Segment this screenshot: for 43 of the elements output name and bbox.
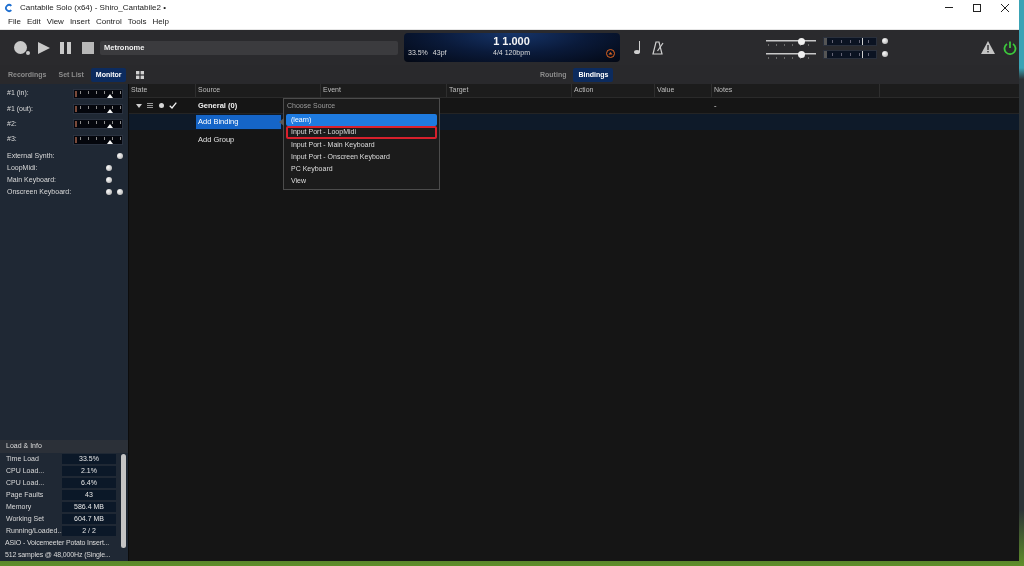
close-icon [1001, 3, 1009, 12]
play-icon[interactable] [38, 41, 50, 54]
slider-thumb[interactable] [107, 124, 114, 129]
slider-thumb[interactable] [798, 37, 806, 45]
grid-icon[interactable] [136, 70, 144, 79]
menu-item[interactable]: Help [152, 17, 169, 27]
pause-icon[interactable] [60, 41, 71, 54]
music-note-icon[interactable] [634, 41, 641, 54]
level-meter [823, 36, 877, 46]
slider-thumb[interactable] [798, 50, 806, 58]
indicator-dot-icon [882, 51, 888, 57]
menu-item[interactable]: Tools [127, 17, 147, 27]
menu-item[interactable]: Insert [69, 17, 90, 27]
callout-arrow-icon [279, 118, 284, 126]
stop-icon[interactable] [82, 41, 94, 54]
minimize-icon [945, 7, 953, 8]
menu-item[interactable]: File [8, 17, 21, 27]
gain-slider[interactable] [73, 88, 123, 99]
position-readout: 1 1.000 [493, 35, 530, 48]
slider-thumb[interactable] [107, 108, 114, 113]
metronome-icon[interactable] [652, 40, 664, 55]
logo-icon [4, 2, 14, 13]
menu-item[interactable]: Edit [26, 17, 41, 27]
lines-icon[interactable] [147, 103, 153, 108]
eject-icon[interactable] [606, 49, 615, 58]
indicator-dot-icon [159, 103, 164, 108]
menu-item[interactable]: Control [95, 17, 122, 27]
maximize-icon [973, 3, 981, 12]
level-meter [823, 49, 877, 59]
slider-thumb[interactable] [107, 93, 114, 98]
gain-slider[interactable] [73, 119, 123, 130]
warning-icon[interactable] [981, 41, 995, 54]
scrollbar[interactable] [121, 454, 126, 548]
indicator-dot-icon [882, 38, 888, 44]
gain-slider[interactable] [73, 103, 123, 114]
gain-slider[interactable] [73, 134, 123, 145]
slider-thumb[interactable] [107, 139, 114, 144]
menu-item[interactable]: View [46, 17, 64, 27]
caret-icon[interactable] [136, 102, 142, 109]
power-icon[interactable] [1003, 40, 1017, 55]
window-title: Cantabile Solo (x64) - Shiro_Cantabile2 • [20, 2, 166, 13]
record-icon[interactable] [14, 40, 30, 55]
check-icon[interactable] [169, 102, 177, 109]
